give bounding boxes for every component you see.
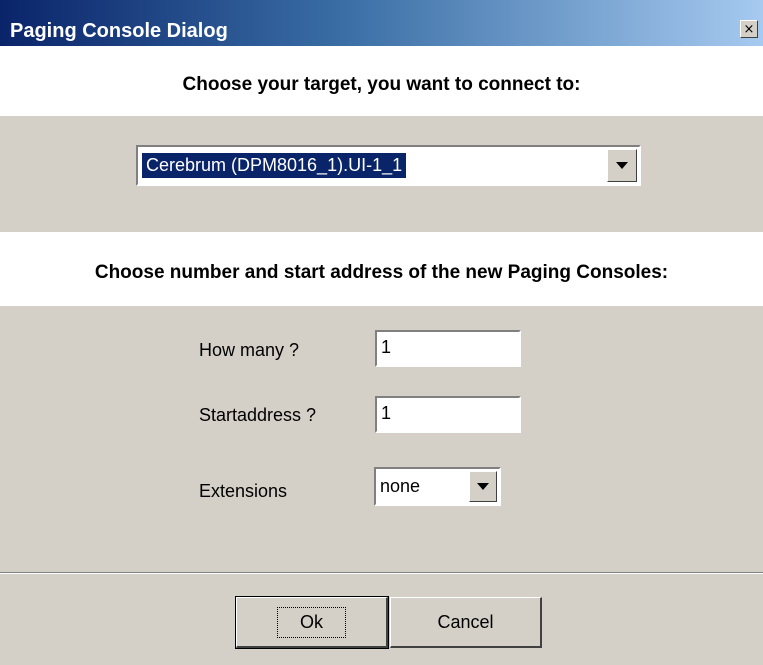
close-icon: × xyxy=(743,21,755,37)
how-many-label: How many ? xyxy=(199,340,300,360)
separator xyxy=(0,572,763,574)
extensions-select-value: none xyxy=(380,476,421,496)
how-many-input[interactable]: 1 xyxy=(375,330,521,367)
chevron-down-icon xyxy=(616,162,628,169)
window-title: Paging Console Dialog xyxy=(10,20,228,42)
chevron-down-icon xyxy=(477,483,489,490)
start-address-input[interactable]: 1 xyxy=(375,396,521,433)
target-select-value: Cerebrum (DPM8016_1).UI-1_1 xyxy=(140,152,408,179)
close-button[interactable]: × xyxy=(740,20,758,38)
extensions-select[interactable]: none xyxy=(374,467,501,506)
extensions-label: Extensions xyxy=(199,481,288,501)
cancel-button-label: Cancel xyxy=(437,611,494,632)
consoles-heading: Choose number and start address of the n… xyxy=(94,262,669,283)
title-bar[interactable]: Paging Console Dialog × xyxy=(0,0,763,46)
cancel-button[interactable]: Cancel xyxy=(390,597,542,648)
target-select[interactable]: Cerebrum (DPM8016_1).UI-1_1 xyxy=(136,145,641,186)
ok-button-label: Ok xyxy=(276,606,346,638)
extensions-dropdown-button[interactable] xyxy=(469,471,497,502)
start-address-label: Startaddress ? xyxy=(199,405,317,425)
ok-button[interactable]: Ok xyxy=(235,596,389,649)
target-heading: Choose your target, you want to connect … xyxy=(182,74,581,95)
target-dropdown-button[interactable] xyxy=(607,149,637,182)
